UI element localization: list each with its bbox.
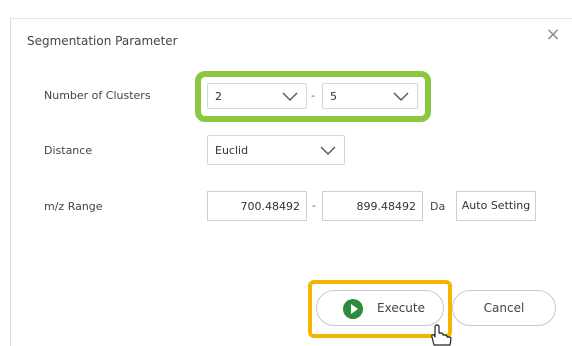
- mz-max-input[interactable]: 899.48492: [322, 191, 423, 221]
- play-circle-icon: [343, 299, 363, 319]
- mz-min-value: 700.48492: [240, 200, 301, 213]
- hand-pointer-icon: [431, 324, 452, 346]
- clusters-min-select[interactable]: 2: [207, 83, 307, 109]
- mz-range-label: m/z Range: [44, 200, 103, 213]
- clusters-min-value: 2: [215, 90, 222, 103]
- mz-min-input[interactable]: 700.48492: [207, 191, 307, 221]
- mz-max-value: 899.48492: [356, 200, 417, 213]
- chevron-down-icon: [320, 146, 336, 155]
- execute-label: Execute: [377, 301, 425, 315]
- clusters-label: Number of Clusters: [44, 89, 151, 102]
- distance-select[interactable]: Euclid: [207, 135, 345, 165]
- clusters-max-value: 5: [330, 90, 337, 103]
- close-icon[interactable]: ×: [544, 26, 562, 44]
- chevron-down-icon: [393, 92, 409, 101]
- clusters-max-select[interactable]: 5: [322, 83, 418, 109]
- mz-unit: Da: [430, 200, 446, 213]
- execute-button[interactable]: Execute: [316, 290, 444, 326]
- auto-setting-button[interactable]: Auto Setting: [456, 191, 536, 221]
- cancel-button[interactable]: Cancel: [452, 290, 556, 326]
- distance-value: Euclid: [215, 144, 249, 157]
- dialog-title: Segmentation Parameter: [27, 34, 178, 48]
- distance-label: Distance: [44, 144, 93, 157]
- mz-separator: -: [312, 199, 316, 212]
- chevron-down-icon: [282, 92, 298, 101]
- clusters-separator: -: [311, 89, 315, 102]
